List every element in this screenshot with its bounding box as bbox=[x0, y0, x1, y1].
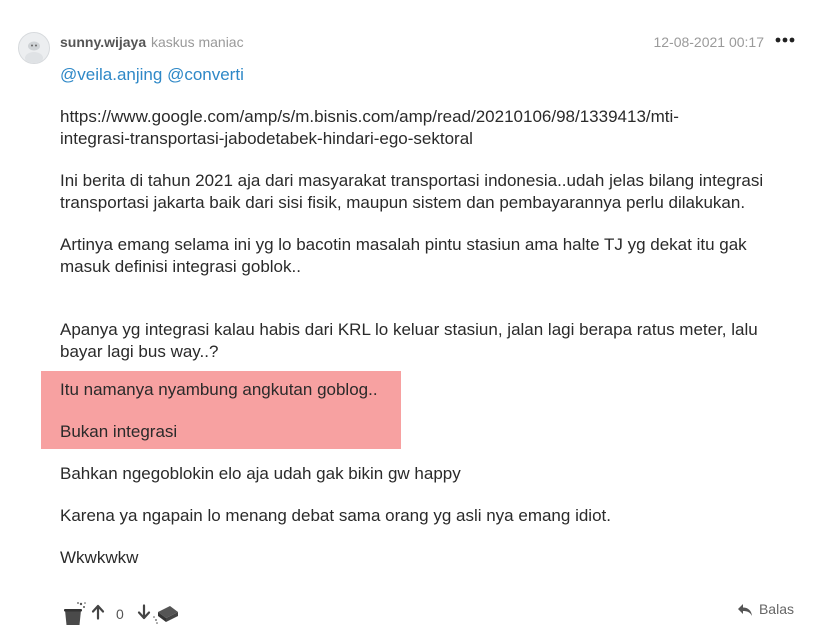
paragraph: Ini berita di tahun 2021 aja dari masyar… bbox=[60, 170, 800, 214]
mentions: @veila.anjing @converti bbox=[60, 64, 800, 86]
post-body: @veila.anjing @converti https://www.goog… bbox=[60, 64, 800, 363]
paragraph: Karena ya ngapain lo menang debat sama o… bbox=[60, 506, 611, 525]
upvote-button[interactable] bbox=[90, 604, 106, 625]
paragraph-line: bayar lagi bus way..? bbox=[60, 342, 219, 361]
reply-label: Balas bbox=[758, 601, 794, 617]
paragraph-line: Artinya emang selama ini yg lo bacotin m… bbox=[60, 235, 747, 254]
news-link-line: https://www.google.com/amp/s/m.bisnis.co… bbox=[60, 107, 679, 126]
paragraph: Artinya emang selama ini yg lo bacotin m… bbox=[60, 234, 800, 278]
bata-brick-icon bbox=[153, 606, 178, 624]
paragraph: Wkwkwkw bbox=[60, 548, 139, 567]
more-options-button[interactable] bbox=[774, 29, 796, 51]
bata-button[interactable] bbox=[152, 600, 180, 631]
reply-button[interactable]: Balas bbox=[737, 601, 794, 617]
paragraph-line: Apanya yg integrasi kalau habis dari KRL… bbox=[60, 320, 758, 339]
mention-link[interactable]: @veila.anjing bbox=[60, 65, 162, 84]
vote-count: 0 bbox=[116, 606, 124, 622]
reply-icon bbox=[737, 604, 752, 616]
paragraph-line: masuk definisi integrasi goblok.. bbox=[60, 257, 301, 276]
paragraph-line: Ini berita di tahun 2021 aja dari masyar… bbox=[60, 171, 764, 190]
cendol-icon bbox=[64, 602, 86, 625]
username[interactable]: sunny.wijaya bbox=[60, 34, 146, 50]
highlight-line: Bukan integrasi bbox=[60, 422, 178, 441]
paragraph-line: transportasi jakarta baik dari sisi fisi… bbox=[60, 193, 746, 212]
post-card: sunny.wijaya kaskus maniac 12-08-2021 00… bbox=[0, 0, 816, 644]
more-options-icon bbox=[775, 37, 795, 43]
arrow-down-icon bbox=[137, 604, 151, 620]
news-link[interactable]: https://www.google.com/amp/s/m.bisnis.co… bbox=[60, 106, 800, 150]
paragraph: Apanya yg integrasi kalau habis dari KRL… bbox=[60, 319, 800, 363]
arrow-up-icon bbox=[91, 604, 105, 620]
paragraph: Bahkan ngegoblokin elo aja udah gak biki… bbox=[60, 464, 461, 483]
news-link-line: integrasi-transportasi-jabodetabek-hinda… bbox=[60, 129, 473, 148]
avatar[interactable] bbox=[18, 32, 50, 64]
mention-link[interactable]: @converti bbox=[167, 65, 244, 84]
user-rank: kaskus maniac bbox=[151, 34, 244, 50]
highlight-line: Itu namanya nyambung angkutan goblog.. bbox=[60, 380, 378, 399]
cendol-button[interactable] bbox=[62, 601, 88, 632]
post-timestamp: 12-08-2021 00:17 bbox=[653, 34, 764, 50]
downvote-button[interactable] bbox=[136, 604, 152, 625]
avatar-icon bbox=[19, 33, 49, 63]
